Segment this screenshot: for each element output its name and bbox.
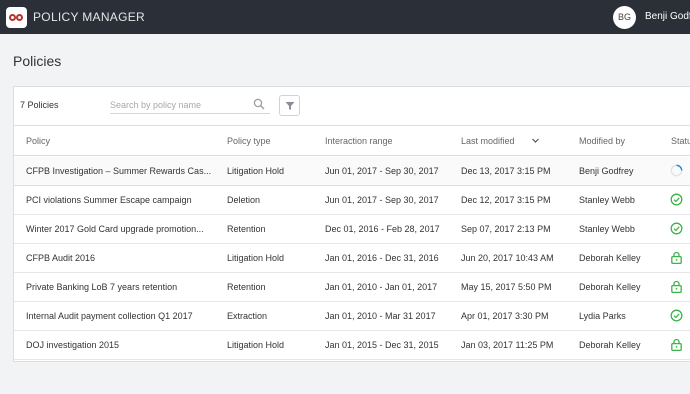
policy-type-cell: Litigation Hold: [227, 253, 285, 263]
policy-name-cell[interactable]: Winter 2017 Gold Card upgrade promotion.…: [26, 224, 212, 234]
policy-type-cell: Deletion: [227, 195, 261, 205]
column-header-interaction-range[interactable]: Interaction range: [325, 136, 393, 146]
modified-by-cell: Deborah Kelley: [579, 253, 641, 263]
table-toolbar: 7 Policies: [14, 87, 690, 126]
modified-by-cell: Stanley Webb: [579, 195, 635, 205]
policy-type-cell: Retention: [227, 282, 266, 292]
column-header-policy[interactable]: Policy: [26, 136, 212, 146]
table-row[interactable]: Winter 2017 Gold Card upgrade promotion.…: [14, 215, 690, 244]
column-header-status[interactable]: Status: [671, 136, 690, 146]
user-name[interactable]: Benji Godfrey: [645, 11, 690, 22]
last-modified-cell: Apr 01, 2017 3:30 PM: [461, 311, 549, 321]
table-row[interactable]: PCI violations Summer Escape campaign Del…: [14, 186, 690, 215]
policies-panel: 7 Policies Policy Policy type Interactio…: [13, 86, 690, 362]
search-icon[interactable]: [253, 98, 265, 110]
modified-by-cell: Deborah Kelley: [579, 282, 641, 292]
app-logo-icon[interactable]: [6, 7, 27, 28]
policy-type-cell: Litigation Hold: [227, 166, 285, 176]
interaction-range-cell: Jan 01, 2015 - Dec 31, 2015: [325, 340, 439, 350]
sort-descending-icon[interactable]: [531, 136, 540, 145]
column-header-last-modified[interactable]: Last modified: [461, 136, 515, 146]
table-row[interactable]: CFPB Audit 2016 Litigation Hold Jan 01, 20…: [14, 244, 690, 273]
policy-type-cell: Extraction: [227, 311, 268, 321]
avatar[interactable]: BG: [613, 6, 636, 29]
interaction-range-cell: Jun 01, 2017 - Sep 30, 2017: [325, 195, 439, 205]
check-circle-icon: [670, 309, 683, 322]
interaction-range-cell: Jun 01, 2017 - Sep 30, 2017: [325, 166, 439, 176]
check-circle-icon: [670, 222, 683, 235]
check-circle-icon: [670, 193, 683, 206]
modified-by-cell: Deborah Kelley: [579, 340, 641, 350]
page-title: Policies: [13, 53, 62, 69]
lock-icon: [671, 280, 682, 293]
last-modified-cell: Jan 03, 2017 11:25 PM: [461, 340, 554, 350]
table-row[interactable]: Internal Audit payment collection Q1 201…: [14, 302, 690, 331]
table-row[interactable]: CFPB Investigation – Summer Rewards Cas.…: [14, 157, 690, 186]
policy-type-cell: Retention: [227, 224, 266, 234]
policy-name-cell[interactable]: CFPB Investigation – Summer Rewards Cas.…: [26, 166, 212, 176]
column-header-modified-by[interactable]: Modified by: [579, 136, 625, 146]
interaction-range-cell: Jan 01, 2010 - Mar 31 2017: [325, 311, 436, 321]
search-input[interactable]: [110, 96, 270, 114]
interaction-range-cell: Dec 01, 2016 - Feb 28, 2017: [325, 224, 440, 234]
lock-icon: [671, 251, 682, 264]
policy-type-cell: Litigation Hold: [227, 340, 285, 350]
policy-name-cell[interactable]: Private Banking LoB 7 years retention: [26, 282, 212, 292]
policy-name-cell[interactable]: PCI violations Summer Escape campaign: [26, 195, 212, 205]
filter-button[interactable]: [279, 95, 300, 116]
interaction-range-cell: Jan 01, 2016 - Dec 31, 2016: [325, 253, 439, 263]
lock-icon: [671, 338, 682, 351]
modified-by-cell: Lydia Parks: [579, 311, 626, 321]
table-row[interactable]: DOJ investigation 2015 Litigation Hold Jan…: [14, 331, 690, 360]
interaction-range-cell: Jan 01, 2010 - Jan 01, 2017: [325, 282, 438, 292]
modified-by-cell: Stanley Webb: [579, 224, 635, 234]
last-modified-cell: Dec 13, 2017 3:15 PM: [461, 166, 551, 176]
last-modified-cell: Jun 20, 2017 10:43 AM: [461, 253, 554, 263]
column-header-policy-type[interactable]: Policy type: [227, 136, 271, 146]
last-modified-cell: May 15, 2017 5:50 PM: [461, 282, 552, 292]
policy-name-cell[interactable]: DOJ investigation 2015: [26, 340, 212, 350]
last-modified-cell: Sep 07, 2017 2:13 PM: [461, 224, 551, 234]
table-row[interactable]: Private Banking LoB 7 years retention Ret…: [14, 273, 690, 302]
filter-icon: [285, 102, 295, 110]
loading-spinner-icon: [670, 164, 683, 177]
modified-by-cell: Benji Godfrey: [579, 166, 634, 176]
policy-count: 7 Policies: [20, 100, 59, 110]
policy-name-cell[interactable]: CFPB Audit 2016: [26, 253, 212, 263]
last-modified-cell: Dec 12, 2017 3:15 PM: [461, 195, 551, 205]
policy-name-cell[interactable]: Internal Audit payment collection Q1 201…: [26, 311, 212, 321]
app-title: POLICY MANAGER: [33, 10, 146, 24]
table-header: Policy Policy type Interaction range Las…: [14, 127, 690, 156]
top-bar: POLICY MANAGER BG Benji Godfrey: [0, 0, 690, 34]
